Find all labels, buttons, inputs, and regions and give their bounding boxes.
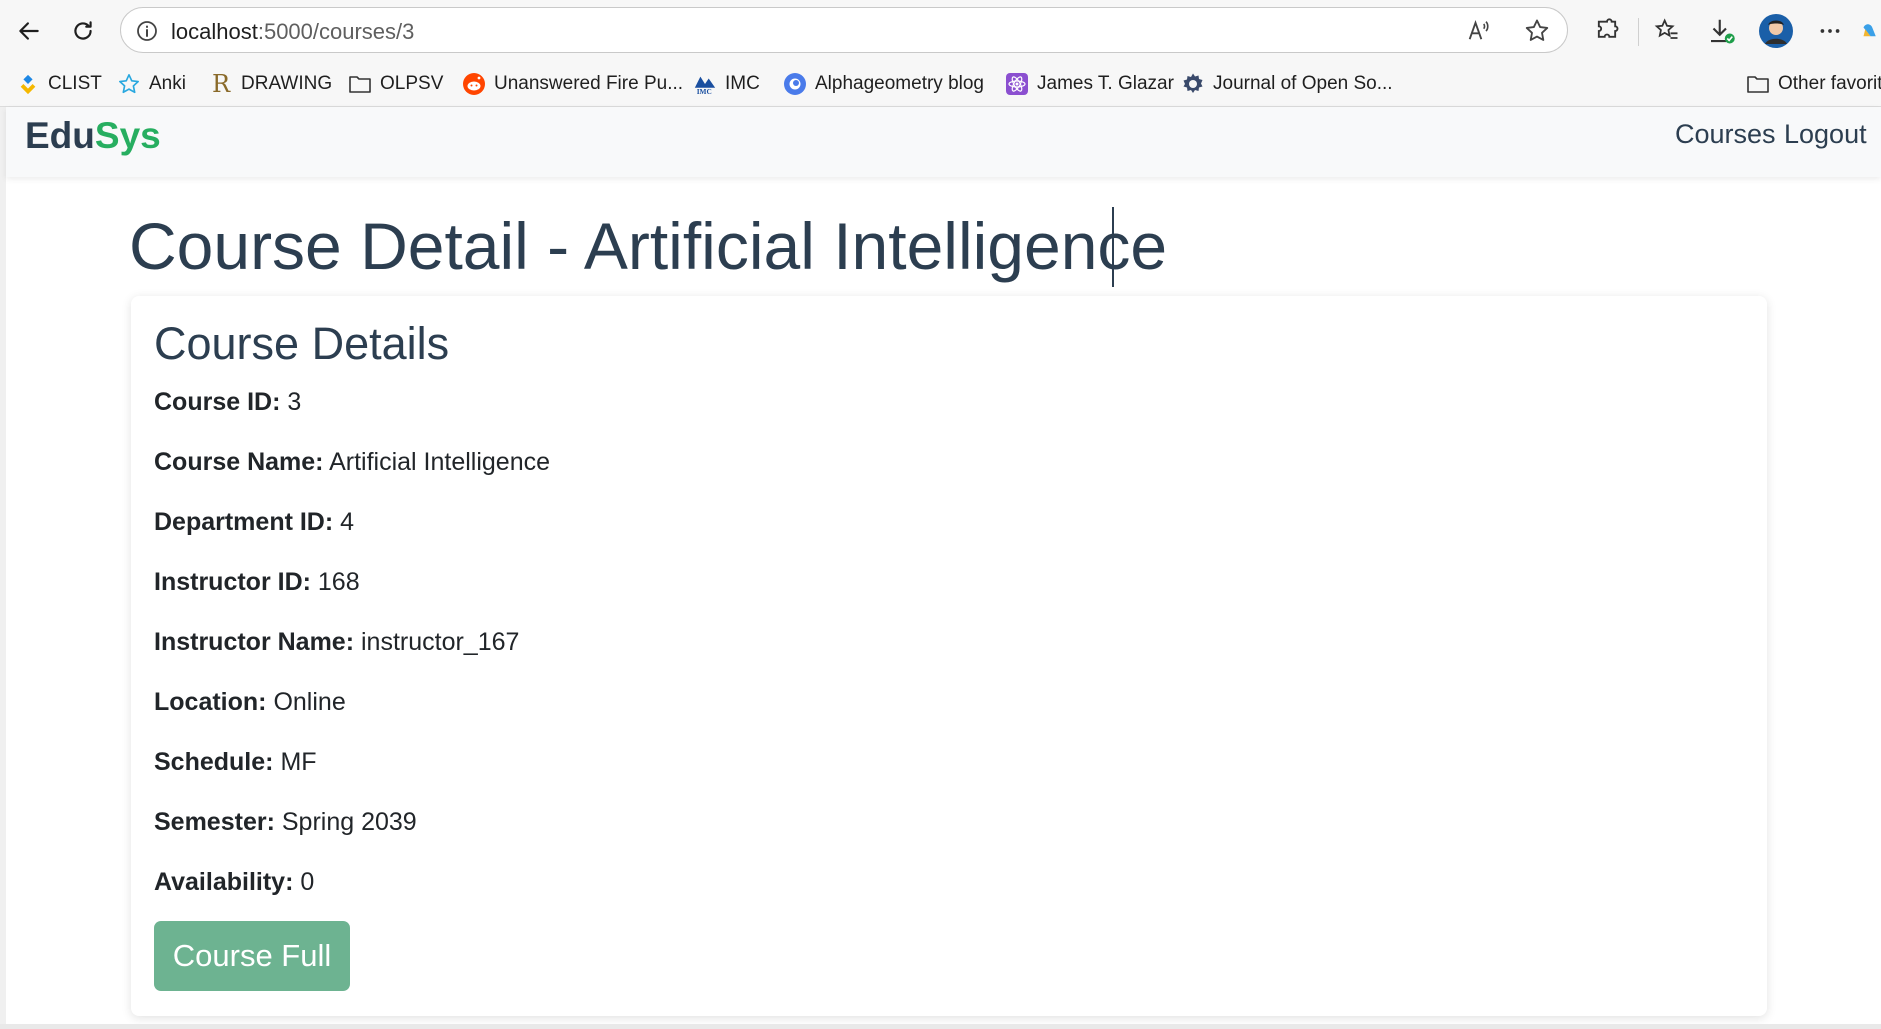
field-schedule: Schedule: MF bbox=[154, 748, 317, 777]
window-bottom-edge bbox=[0, 1024, 1881, 1029]
folder-icon bbox=[1746, 72, 1770, 96]
brand-logo[interactable]: EduSys bbox=[25, 115, 161, 157]
folder-icon bbox=[348, 72, 372, 96]
favorite-star-icon[interactable] bbox=[1523, 17, 1551, 50]
bookmarks-bar: CLIST Anki R DRAWING OLPSV Unanswered Fi… bbox=[0, 62, 1881, 106]
field-value: 0 bbox=[300, 868, 315, 896]
toolbar-separator bbox=[1638, 18, 1639, 46]
bookmark-label: Journal of Open So... bbox=[1213, 73, 1393, 94]
bookmark-label: Other favorit bbox=[1778, 73, 1881, 94]
bookmark-james-glazar[interactable]: James T. Glazar bbox=[1005, 70, 1174, 98]
bookmark-label: Alphageometry blog bbox=[815, 73, 984, 94]
field-instructor-id: Instructor ID: 168 bbox=[154, 568, 360, 597]
field-label: Schedule: bbox=[154, 748, 274, 776]
field-value: 168 bbox=[317, 568, 360, 596]
field-value: instructor_167 bbox=[361, 628, 520, 656]
bookmark-label: Anki bbox=[149, 73, 186, 94]
anki-star-icon bbox=[117, 72, 141, 96]
bookmark-clist[interactable]: CLIST bbox=[16, 70, 102, 98]
downloads-icon[interactable] bbox=[1702, 12, 1740, 50]
bookmark-drawing[interactable]: R DRAWING bbox=[209, 70, 332, 98]
field-course-id: Course ID: 3 bbox=[154, 388, 301, 417]
site-navbar: EduSys Courses Logout bbox=[6, 107, 1881, 177]
extensions-puzzle-icon[interactable] bbox=[1588, 12, 1626, 50]
field-value: Artificial Intelligence bbox=[329, 448, 551, 476]
url-host: localhost bbox=[171, 19, 258, 44]
field-value: 4 bbox=[340, 508, 355, 536]
field-label: Course ID: bbox=[154, 388, 281, 416]
nav-link-courses[interactable]: Courses bbox=[1675, 119, 1776, 150]
refresh-icon[interactable] bbox=[64, 12, 102, 50]
course-details-card: Course Details Course ID: 3 Course Name:… bbox=[131, 296, 1767, 1016]
field-department-id: Department ID: 4 bbox=[154, 508, 354, 537]
bookmark-alphageometry[interactable]: Alphageometry blog bbox=[783, 70, 984, 98]
field-value: 3 bbox=[287, 388, 302, 416]
card-heading: Course Details bbox=[154, 318, 450, 369]
field-value: Online bbox=[273, 688, 346, 716]
read-aloud-icon[interactable] bbox=[1465, 17, 1493, 50]
bookmark-unanswered-fire[interactable]: Unanswered Fire Pu... bbox=[462, 70, 683, 98]
course-full-button[interactable]: Course Full bbox=[154, 921, 350, 991]
imc-icon: IMC bbox=[693, 72, 717, 96]
field-label: Location: bbox=[154, 688, 267, 716]
bookmark-other-favorites[interactable]: Other favorit bbox=[1746, 70, 1881, 98]
clist-icon bbox=[16, 72, 40, 96]
field-course-name: Course Name: Artificial Intelligence bbox=[154, 448, 550, 477]
field-label: Availability: bbox=[154, 868, 294, 896]
back-arrow-icon[interactable] bbox=[10, 12, 48, 50]
copilot-icon[interactable] bbox=[1860, 12, 1881, 50]
bookmark-label: OLPSV bbox=[380, 73, 444, 94]
r-letter-icon: R bbox=[211, 70, 231, 98]
page-gutter bbox=[0, 107, 6, 1029]
blue-circle-icon bbox=[783, 72, 807, 96]
bookmark-imc[interactable]: IMC IMC bbox=[693, 70, 760, 98]
url-text: localhost:5000/courses/3 bbox=[171, 19, 414, 45]
bookmark-olpsv[interactable]: OLPSV bbox=[348, 70, 443, 98]
site-info-icon[interactable] bbox=[135, 19, 159, 48]
address-bar[interactable]: localhost:5000/courses/3 bbox=[120, 7, 1568, 53]
bookmark-label: CLIST bbox=[48, 73, 102, 94]
reddit-icon bbox=[462, 72, 486, 96]
bookmark-label: James T. Glazar bbox=[1037, 73, 1174, 94]
more-options-icon[interactable] bbox=[1811, 12, 1849, 50]
field-value: Spring 2039 bbox=[281, 808, 417, 836]
field-availability: Availability: 0 bbox=[154, 868, 314, 897]
brand-part-sys: Sys bbox=[94, 115, 161, 156]
field-label: Semester: bbox=[154, 808, 275, 836]
profile-avatar[interactable] bbox=[1757, 12, 1795, 50]
bookmark-label: DRAWING bbox=[241, 73, 333, 94]
url-path: :5000/courses/3 bbox=[257, 19, 415, 44]
bookmark-journal-open-source[interactable]: Journal of Open So... bbox=[1181, 70, 1393, 98]
field-semester: Semester: Spring 2039 bbox=[154, 808, 417, 837]
favorites-list-icon[interactable] bbox=[1648, 12, 1686, 50]
field-label: Department ID: bbox=[154, 508, 334, 536]
bookmark-anki[interactable]: Anki bbox=[117, 70, 186, 98]
field-label: Instructor Name: bbox=[154, 628, 355, 656]
text-cursor bbox=[1112, 207, 1114, 287]
bookmark-label: IMC bbox=[725, 73, 760, 94]
field-label: Course Name: bbox=[154, 448, 324, 476]
nav-link-logout[interactable]: Logout bbox=[1784, 119, 1867, 150]
gear-icon bbox=[1181, 72, 1205, 96]
field-value: MF bbox=[280, 748, 317, 776]
svg-text:IMC: IMC bbox=[697, 87, 712, 96]
react-atom-icon bbox=[1005, 72, 1029, 96]
browser-toolbar: localhost:5000/courses/3 bbox=[0, 0, 1881, 62]
field-instructor-name: Instructor Name: instructor_167 bbox=[154, 628, 519, 657]
bookmark-label: Unanswered Fire Pu... bbox=[494, 73, 684, 94]
field-location: Location: Online bbox=[154, 688, 346, 717]
brand-part-edu: Edu bbox=[25, 115, 95, 156]
field-label: Instructor ID: bbox=[154, 568, 311, 596]
page-title: Course Detail - Artificial Intelligence bbox=[129, 209, 1168, 283]
